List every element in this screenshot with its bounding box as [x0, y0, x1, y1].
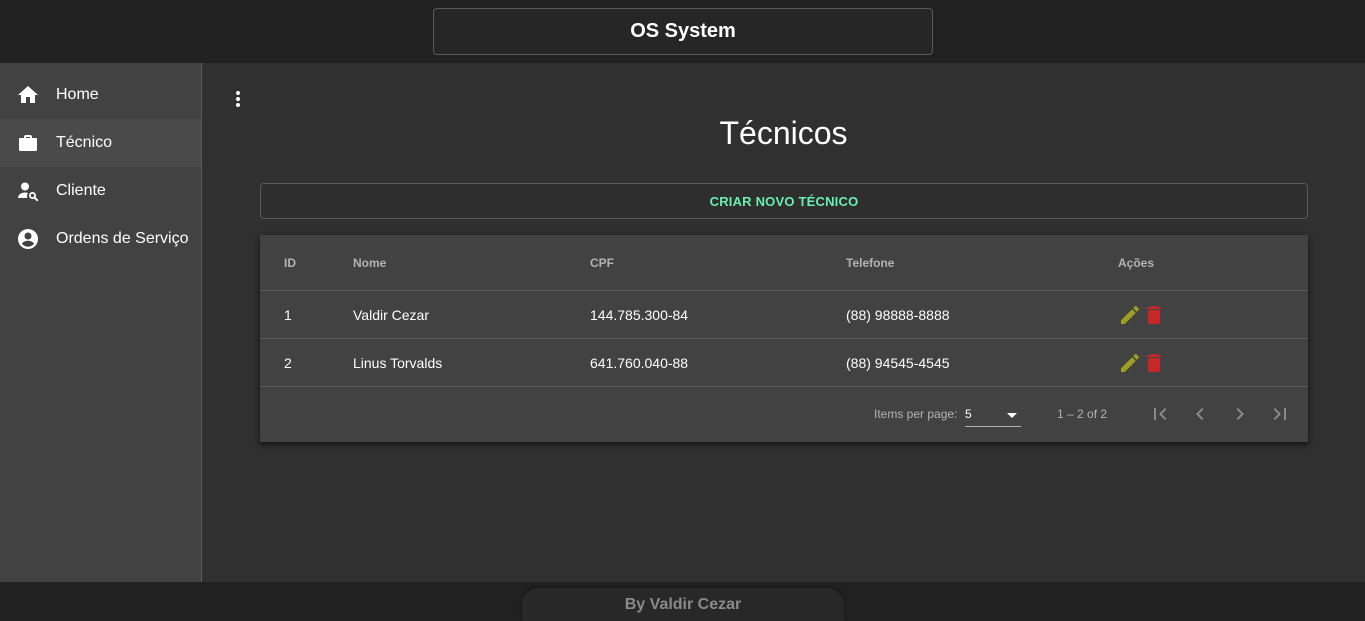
footer-credit: By Valdir Cezar [522, 588, 844, 621]
last-page-icon[interactable] [1268, 402, 1292, 426]
first-page-icon[interactable] [1148, 402, 1172, 426]
dropdown-arrow-icon [1007, 413, 1017, 418]
create-tecnico-button[interactable]: CRIAR NOVO TÉCNICO [260, 183, 1308, 219]
table-header-row: ID Nome CPF Telefone Ações [260, 235, 1308, 291]
next-page-icon[interactable] [1228, 402, 1252, 426]
cell-cpf: 641.760.040-88 [590, 354, 689, 371]
column-header-nome[interactable]: Nome [353, 235, 386, 290]
items-per-page-value: 5 [965, 407, 972, 421]
previous-page-icon[interactable] [1188, 402, 1212, 426]
account-circle-icon [18, 229, 38, 249]
column-header-telefone[interactable]: Telefone [846, 235, 894, 290]
column-header-id[interactable]: ID [284, 235, 296, 290]
table-row: 1 Valdir Cezar 144.785.300-84 (88) 98888… [260, 291, 1308, 339]
sidebar-item-label: Cliente [56, 182, 106, 199]
cell-id: 1 [284, 306, 292, 323]
more-vert-icon[interactable] [226, 87, 250, 111]
items-per-page-select[interactable]: 5 [965, 403, 1021, 427]
page-range-label: 1 – 2 of 2 [1057, 407, 1108, 421]
cell-id: 2 [284, 354, 292, 371]
items-per-page-label: Items per page: [874, 407, 958, 421]
home-icon [18, 86, 38, 103]
page-title: Técnicos [719, 115, 848, 151]
sidebar-item-home[interactable]: Home [0, 71, 201, 119]
table-row: 2 Linus Torvalds 641.760.040-88 (88) 945… [260, 339, 1308, 387]
sidebar: Home Técnico Cliente Ordens de Serviço [0, 63, 202, 582]
tecnicos-table: ID Nome CPF Telefone Ações 1 Valdir Ceza… [260, 235, 1308, 442]
sidebar-item-label: Técnico [56, 134, 113, 151]
cell-acoes [1118, 291, 1166, 338]
cell-acoes [1118, 339, 1166, 386]
paginator: Items per page: 5 1 – 2 of 2 [260, 387, 1308, 442]
delete-icon[interactable] [1142, 303, 1166, 327]
cell-nome: Linus Torvalds [353, 354, 443, 371]
sidebar-item-cliente[interactable]: Cliente [0, 167, 201, 215]
delete-icon[interactable] [1142, 351, 1166, 375]
edit-icon[interactable] [1118, 351, 1142, 375]
cell-cpf: 144.785.300-84 [590, 306, 689, 323]
edit-icon[interactable] [1118, 303, 1142, 327]
person-search-icon [18, 182, 39, 202]
sidebar-item-label: Ordens de Serviço [56, 230, 189, 247]
cell-telefone: (88) 94545-4545 [846, 354, 950, 371]
top-toolbar: OS System [0, 0, 1365, 63]
column-header-acoes: Ações [1118, 255, 1155, 270]
cell-telefone: (88) 98888-8888 [846, 306, 950, 323]
sidebar-item-tecnico[interactable]: Técnico [0, 119, 201, 167]
cell-nome: Valdir Cezar [353, 306, 429, 323]
sidebar-item-label: Home [56, 86, 99, 103]
sidebar-item-ordens-de-servico[interactable]: Ordens de Serviço [0, 215, 201, 263]
main-content: Técnicos CRIAR NOVO TÉCNICO ID Nome CPF … [202, 63, 1365, 582]
app-title: OS System [433, 8, 933, 55]
column-header-cpf[interactable]: CPF [590, 235, 614, 290]
briefcase-icon [19, 135, 37, 151]
footer-toolbar: By Valdir Cezar [0, 582, 1365, 621]
